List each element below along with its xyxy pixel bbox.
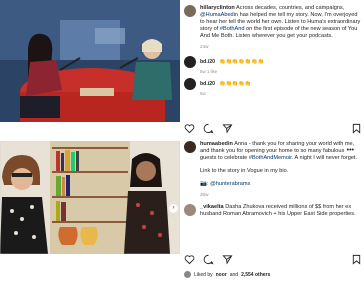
comment-icon[interactable] bbox=[203, 123, 214, 134]
mention-link[interactable]: @HumaAbedin bbox=[200, 12, 238, 18]
avatar[interactable] bbox=[184, 141, 196, 153]
likes-username[interactable]: noor bbox=[216, 272, 227, 278]
post1-caption: hillaryclinton Across decades, countries… bbox=[184, 5, 362, 50]
caption-part: Across decades, countries, and campaigns… bbox=[234, 5, 345, 11]
hashtag-link[interactable]: #BothAnd bbox=[220, 26, 245, 32]
post-humaabedin: › ••• humaabedin Anna - thank you for sh… bbox=[0, 141, 364, 281]
post-hillaryclinton: hillaryclinton Across decades, countries… bbox=[0, 0, 364, 141]
avatar[interactable] bbox=[184, 204, 196, 216]
caption-part: . A night I will never forget. bbox=[291, 155, 358, 161]
post-photo-podcast[interactable] bbox=[0, 0, 180, 122]
comment-icon[interactable] bbox=[203, 254, 214, 265]
bookmark-icon[interactable] bbox=[351, 254, 362, 265]
username[interactable]: hillaryclinton bbox=[200, 5, 235, 11]
post-age: 24w bbox=[200, 44, 209, 49]
heart-icon[interactable] bbox=[184, 123, 195, 134]
caption-line: Link to the story in Vogue in my bio. bbox=[200, 168, 289, 174]
comment-meta: 5w bbox=[200, 91, 206, 96]
username[interactable]: humaabedin bbox=[200, 141, 233, 147]
comment-text: _vikaelta Dasha Zhukova received million… bbox=[200, 204, 362, 218]
likes-and: and bbox=[229, 271, 239, 278]
comment: _vikaelta Dasha Zhukova received million… bbox=[184, 204, 362, 218]
carousel-next-button[interactable]: › bbox=[169, 204, 178, 213]
comment-text: 👏👏👏👏👏 bbox=[219, 81, 252, 87]
camera-icon: 📷: bbox=[200, 181, 211, 187]
avatar[interactable] bbox=[184, 5, 196, 17]
share-icon[interactable] bbox=[222, 123, 233, 134]
photo-credit: 📷: @hunterabrams bbox=[200, 181, 362, 188]
post1-actions bbox=[184, 122, 362, 134]
podcast-photo bbox=[0, 0, 180, 122]
comment-text: 👏👏👏👏👏👏👏 bbox=[219, 59, 265, 65]
avatar[interactable] bbox=[184, 78, 196, 90]
comment-username[interactable]: _vikaelta bbox=[200, 204, 224, 210]
comment: bd.i20 👏👏👏👏👏 bbox=[184, 78, 362, 90]
avatar bbox=[184, 271, 191, 278]
caption-text: hillaryclinton Across decades, countries… bbox=[200, 5, 362, 50]
avatar[interactable] bbox=[184, 56, 196, 68]
likes-summary: Liked by noor and 2,554 others bbox=[184, 271, 270, 278]
post2-caption: humaabedin Anna - thank you for sharing … bbox=[184, 141, 362, 198]
comment-username[interactable]: bd.i20 bbox=[200, 59, 215, 65]
likes-label: Liked by bbox=[194, 271, 213, 278]
post2-sidebar: humaabedin Anna - thank you for sharing … bbox=[184, 141, 362, 218]
mention-link[interactable]: @hunterabrams bbox=[210, 181, 250, 187]
comment-username[interactable]: bd.i20 bbox=[200, 81, 215, 87]
comment-meta: 5w 1 like bbox=[200, 69, 218, 74]
hashtag-link[interactable]: #BothAndMemoir bbox=[249, 155, 292, 161]
bookmark-icon[interactable] bbox=[351, 123, 362, 134]
post2-actions bbox=[184, 253, 362, 265]
likes-count[interactable]: 2,554 others bbox=[241, 272, 270, 278]
post1-sidebar: hillaryclinton Across decades, countries… bbox=[184, 0, 362, 96]
heart-icon[interactable] bbox=[184, 254, 195, 265]
comment: bd.i20 👏👏👏👏👏👏👏 bbox=[184, 56, 362, 68]
comment-body: Dasha Zhukova received millions of $$ fr… bbox=[200, 204, 356, 217]
caption-text: humaabedin Anna - thank you for sharing … bbox=[200, 141, 362, 198]
event-photo bbox=[0, 141, 180, 254]
post-age: 26w bbox=[200, 192, 209, 197]
share-icon[interactable] bbox=[222, 254, 233, 265]
post-photo-event[interactable]: › bbox=[0, 141, 180, 254]
